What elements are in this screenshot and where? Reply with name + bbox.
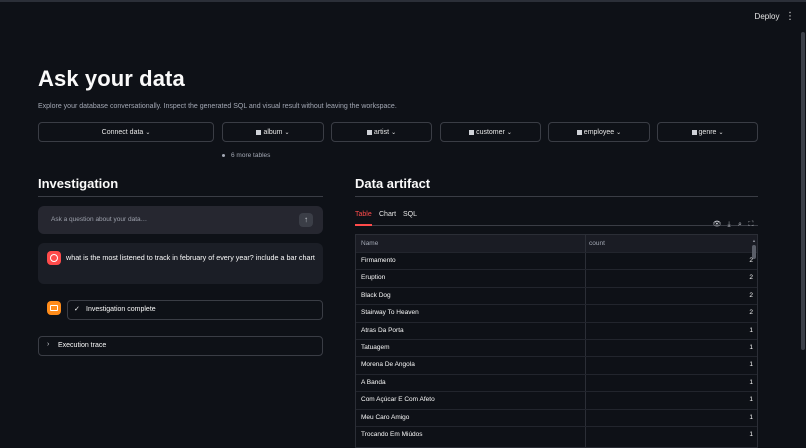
cell-count: 1 [749,378,753,386]
check-icon: ✓ [74,306,80,313]
download-icon[interactable]: ⤓ [724,220,734,230]
cell-name: Trocando Em Miúdos [361,431,423,438]
table-row[interactable]: Eruption 2 [356,269,757,286]
question-input[interactable]: Ask a question about your data… ↑ [38,206,323,234]
table-button-customer[interactable]: customer ⌄ [440,122,541,142]
data-artifact-heading: Data artifact [355,176,431,191]
cell-count: 1 [749,396,753,404]
cell-count: 1 [749,413,753,421]
connect-data-button[interactable]: Connect data ⌄ [38,122,214,142]
tab-bar-line [355,225,758,226]
more-tables-label: 6 more tables [231,152,271,159]
user-message-text: what is the most listened to track in fe… [66,253,315,262]
chevron-down-icon: ⌄ [718,129,724,136]
table-row[interactable]: Morena De Angola 1 [356,356,757,373]
status-panel[interactable]: ✓ Investigation complete [67,300,323,320]
cell-count: 2 [749,291,753,299]
question-input-placeholder: Ask a question about your data… [51,216,148,223]
tab-sql[interactable]: SQL [403,211,417,218]
cell-name: Eruption [361,274,386,282]
table-icon [469,129,475,135]
table-label: genre [698,128,717,136]
investigation-heading: Investigation [38,176,119,191]
cell-name: Tatuagem [361,344,390,351]
table-header: Name count [356,235,757,252]
active-tab-underline [355,224,372,226]
table-row[interactable]: Tatuagem 1 [356,339,757,356]
column-header-count[interactable]: count [589,240,605,247]
cell-name: Com Açúcar E Com Afeto [361,396,435,404]
page-title: Ask your data [38,66,185,91]
page-scrollbar[interactable] [801,32,805,350]
table-icon [366,129,372,135]
table-button-genre[interactable]: genre ⌄ [657,122,758,142]
chevron-down-icon: ⌄ [616,129,622,136]
main-menu-icon[interactable]: ⋮ [785,10,795,24]
user-message: what is the most listened to track in fe… [38,243,323,284]
tab-chart[interactable]: Chart [379,211,396,218]
chevron-down-icon: ⌄ [391,129,397,136]
table-row[interactable]: Atras Da Porta 1 [356,321,757,339]
table-button-employee[interactable]: employee ⌄ [548,122,650,142]
table-label: customer [476,128,505,136]
top-border [0,0,806,2]
data-table[interactable]: Name count Firmamento 2 Eruption 2 Black Dog… [355,234,758,448]
fullscreen-icon[interactable]: ⛶ [746,220,756,230]
status-label: Investigation complete [86,306,156,313]
table-icon [691,129,697,135]
table-icon [576,129,582,135]
scroll-up-icon[interactable]: ▲ [752,238,756,243]
cell-count: 1 [749,431,753,438]
more-tables-text[interactable]: 6 more tables [222,152,270,159]
cell-count: 2 [749,309,753,317]
table-row[interactable]: Meu Caro Amigo 1 [356,408,757,426]
table-label: artist [373,128,390,136]
table-label: employee [583,128,615,136]
cell-name: Black Dog [361,291,391,299]
cell-name: Firmamento [361,257,396,264]
cell-name: A Banda [361,378,386,386]
cell-count: 1 [749,326,753,334]
execution-trace-label: Execution trace [58,342,107,349]
table-label: album [263,128,283,136]
table-button-artist[interactable]: artist ⌄ [331,122,432,142]
execution-trace-expander[interactable]: › Execution trace [38,336,323,356]
column-header-name[interactable]: Name [361,240,378,247]
table-icon [256,129,262,135]
cell-name: Morena De Angola [361,361,415,369]
table-row[interactable]: Com Açúcar E Com Afeto 1 [356,391,757,408]
table-row[interactable]: A Banda 1 [356,373,757,391]
cell-count: 1 [749,344,753,351]
eye-icon[interactable]: 👁 [712,220,722,230]
assistant-avatar-icon [47,301,61,315]
table-scrollbar[interactable] [752,245,756,259]
deploy-button[interactable]: Deploy [750,10,784,24]
table-row[interactable]: Trocando Em Miúdos 1 [356,426,757,443]
table-row[interactable]: Black Dog 2 [356,286,757,304]
investigation-divider [38,196,323,197]
chevron-right-icon: › [47,341,50,348]
user-avatar-icon [47,251,61,265]
artifact-divider [355,196,758,197]
table-row[interactable]: Stairway To Heaven 2 [356,304,757,321]
cell-name: Atras Da Porta [361,326,404,334]
chevron-down-icon: ⌄ [506,129,512,136]
table-row[interactable]: Firmamento 2 [356,252,757,269]
cell-count: 2 [749,274,753,282]
bullet-icon [222,153,225,157]
send-arrow-icon[interactable]: ↑ [299,213,313,227]
table-button-album[interactable]: album ⌄ [222,122,324,142]
cell-count: 1 [749,361,753,369]
cell-name: Meu Caro Amigo [361,413,410,421]
search-icon[interactable]: ⌕ [735,220,745,230]
chevron-down-icon: ⌄ [284,129,290,136]
chevron-down-icon: ⌄ [145,129,151,136]
tab-table[interactable]: Table [355,211,372,218]
connect-data-label: Connect data [101,128,144,136]
cell-name: Stairway To Heaven [361,309,419,317]
page-subtitle: Explore your database conversationally. … [38,103,397,110]
